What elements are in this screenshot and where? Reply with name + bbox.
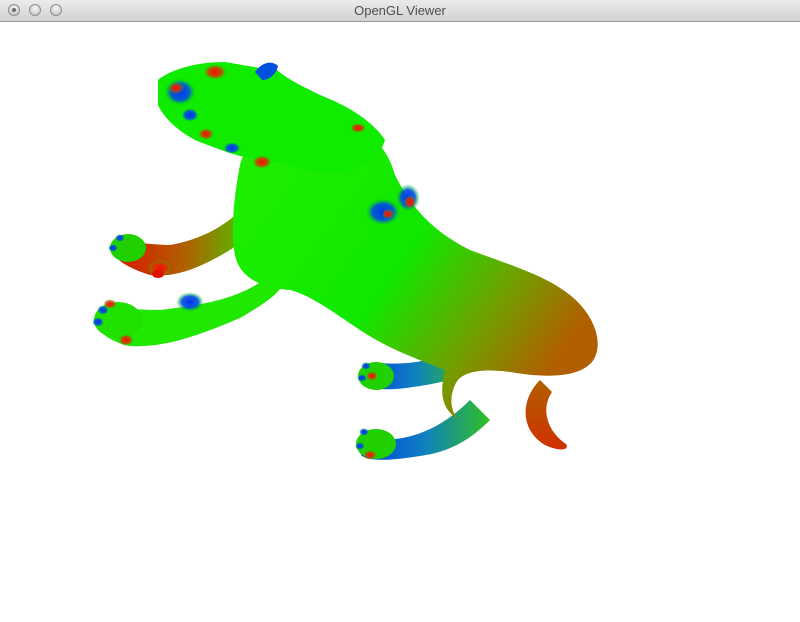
spot-neck-red	[252, 155, 272, 169]
opengl-viewport[interactable]	[0, 22, 800, 622]
spot-cheek-blue	[181, 108, 199, 122]
spot-shoulder-red	[382, 209, 394, 219]
spot-chin-red	[198, 128, 214, 140]
app-window: OpenGL Viewer	[0, 0, 800, 622]
window-title: OpenGL Viewer	[354, 3, 446, 18]
spot-elbow-blue	[176, 292, 204, 312]
spot-back2-red	[404, 195, 416, 209]
paw-hind-front	[357, 362, 394, 390]
spot-jaw-blue	[223, 142, 241, 154]
title-bar[interactable]: OpenGL Viewer	[0, 0, 800, 22]
cat-model	[92, 62, 598, 460]
spot-back-red	[350, 123, 366, 133]
cat-tail	[525, 380, 567, 450]
spot-head-red	[203, 64, 227, 80]
spot-muzzle-red	[168, 82, 184, 94]
